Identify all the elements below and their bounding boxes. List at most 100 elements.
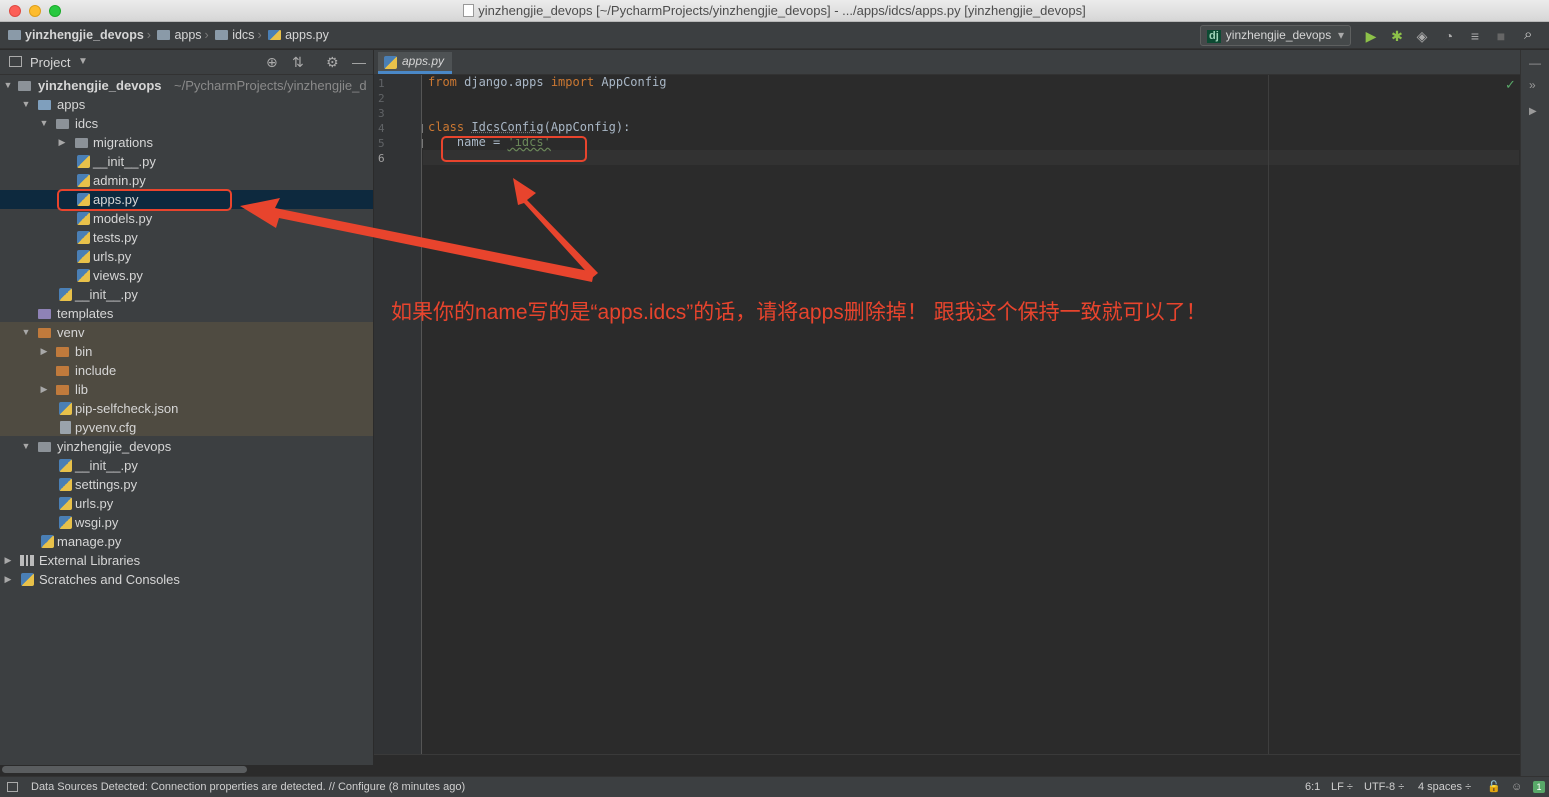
python-file-icon bbox=[77, 212, 90, 225]
tree-item-venv[interactable]: ▼ venv bbox=[0, 323, 373, 342]
caret-position[interactable]: 6:1 bbox=[1305, 777, 1320, 797]
tree-item-bin[interactable]: ▶ bin bbox=[0, 342, 373, 361]
tree-item-file[interactable]: urls.py bbox=[0, 247, 373, 266]
event-log-icon[interactable]: 1 bbox=[1533, 781, 1545, 793]
breadcrumb-apps[interactable]: apps bbox=[174, 28, 201, 42]
lock-icon[interactable]: 🔓 bbox=[1487, 777, 1501, 797]
tree-item-package[interactable]: ▼ yinzhengjie_devops bbox=[0, 437, 373, 456]
tree-item-templates[interactable]: templates bbox=[0, 304, 373, 323]
close-window-button[interactable] bbox=[9, 5, 21, 17]
breadcrumb-file[interactable]: apps.py bbox=[285, 28, 329, 42]
expand-arrow-icon[interactable]: ▼ bbox=[2, 76, 14, 95]
debug-icon[interactable]: ✱ bbox=[1388, 27, 1406, 45]
line-number: 1 bbox=[378, 77, 385, 90]
tab-apps-py[interactable]: apps.py bbox=[378, 52, 453, 74]
tree-item-migrations[interactable]: ▶ migrations bbox=[0, 133, 373, 152]
tree-item-file[interactable]: settings.py bbox=[0, 475, 373, 494]
stop-icon[interactable]: ■ bbox=[1492, 27, 1510, 45]
indent-setting[interactable]: 4 spaces ÷ bbox=[1418, 777, 1471, 797]
expand-arrow-icon[interactable]: ▼ bbox=[20, 437, 32, 456]
run-config-label: yinzhengjie_devops bbox=[1225, 28, 1332, 42]
tree-item-file[interactable]: views.py bbox=[0, 266, 373, 285]
tree-item-file[interactable]: __init__.py bbox=[0, 285, 373, 304]
tree-item-apps[interactable]: ▼ apps bbox=[0, 95, 373, 114]
coverage-icon[interactable]: ◈ bbox=[1413, 27, 1431, 45]
expand-arrow-icon[interactable]: ▼ bbox=[20, 95, 32, 114]
play-arrow-icon[interactable]: ▶ bbox=[1529, 106, 1537, 117]
python-file-icon bbox=[77, 250, 90, 263]
editor-bottom-area bbox=[374, 754, 1520, 776]
toggle-tool-windows-icon[interactable] bbox=[7, 782, 18, 792]
code-line-4: class IdcsConfig(AppConfig): bbox=[428, 120, 631, 134]
tree-item-external-libraries[interactable]: ▶ External Libraries bbox=[0, 551, 373, 570]
tree-item-file[interactable]: admin.py bbox=[0, 171, 373, 190]
tree-item-file[interactable]: pyvenv.cfg bbox=[0, 418, 373, 437]
tree-item-root[interactable]: ▼ yinzhengjie_devops ~/PycharmProjects/y… bbox=[0, 76, 373, 95]
project-tree: ▼ yinzhengjie_devops ~/PycharmProjects/y… bbox=[0, 75, 373, 765]
python-file-icon bbox=[59, 478, 72, 491]
tree-horizontal-scrollbar[interactable] bbox=[2, 766, 247, 773]
collapse-arrow-icon[interactable]: ▶ bbox=[56, 133, 68, 152]
python-file-icon bbox=[59, 288, 72, 301]
tree-item-file[interactable]: models.py bbox=[0, 209, 373, 228]
breadcrumb-root[interactable]: yinzhengjie_devops bbox=[25, 28, 144, 42]
templates-folder-icon bbox=[38, 309, 51, 319]
expand-arrow-icon[interactable]: ▼ bbox=[20, 323, 32, 342]
editor-tab-bar: apps.py bbox=[374, 50, 1520, 75]
profile-icon[interactable]: ◔ bbox=[1440, 27, 1458, 45]
expand-icon[interactable]: » bbox=[1529, 78, 1536, 92]
tree-item-file[interactable]: pip-selfcheck.json bbox=[0, 399, 373, 418]
python-file-icon bbox=[384, 56, 397, 69]
expand-arrow-icon[interactable]: ▼ bbox=[38, 114, 50, 133]
line-number: 4 bbox=[378, 122, 385, 135]
json-file-icon bbox=[59, 402, 72, 415]
collapse-arrow-icon[interactable]: ▶ bbox=[38, 342, 50, 361]
tree-item-scratches[interactable]: ▶ Scratches and Consoles bbox=[0, 570, 373, 589]
status-message[interactable]: Data Sources Detected: Connection proper… bbox=[31, 777, 465, 797]
locate-icon[interactable]: ⊕ bbox=[266, 54, 278, 71]
chevron-down-icon[interactable]: ▼ bbox=[78, 56, 88, 67]
collapse-all-icon[interactable]: ⇅ bbox=[292, 54, 304, 71]
maximize-window-button[interactable] bbox=[49, 5, 61, 17]
tree-item-file[interactable]: tests.py bbox=[0, 228, 373, 247]
inspection-ok-icon[interactable]: ✓ bbox=[1505, 77, 1516, 93]
chevron-down-icon: ▾ bbox=[1337, 28, 1344, 42]
inspector-icon[interactable]: ☺ bbox=[1511, 777, 1522, 797]
tree-item-file[interactable]: __init__.py bbox=[0, 456, 373, 475]
library-icon bbox=[20, 555, 34, 566]
file-encoding[interactable]: UTF-8 ÷ bbox=[1364, 777, 1404, 797]
run-icon[interactable]: ▶ bbox=[1362, 27, 1380, 45]
annotation-highlight-tree bbox=[57, 189, 232, 211]
tree-item-lib[interactable]: ▶ lib bbox=[0, 380, 373, 399]
tree-item-file[interactable]: __init__.py bbox=[0, 152, 373, 171]
breadcrumb-idcs[interactable]: idcs bbox=[232, 28, 254, 42]
build-icon[interactable]: ≡ bbox=[1466, 27, 1484, 45]
folder-icon bbox=[215, 30, 229, 40]
status-bar: Data Sources Detected: Connection proper… bbox=[0, 776, 1549, 797]
minimize-icon[interactable]: — bbox=[1529, 56, 1541, 70]
line-number: 5 bbox=[378, 137, 385, 150]
minimize-window-button[interactable] bbox=[29, 5, 41, 17]
tree-item-file[interactable]: urls.py bbox=[0, 494, 373, 513]
run-configuration-select[interactable]: dj yinzhengjie_devops ▾ bbox=[1200, 25, 1351, 46]
collapse-arrow-icon[interactable]: ▶ bbox=[38, 380, 50, 399]
collapse-arrow-icon[interactable]: ▶ bbox=[2, 570, 14, 589]
package-folder-icon bbox=[75, 138, 88, 148]
tree-item-include[interactable]: include bbox=[0, 361, 373, 380]
tree-item-file[interactable]: wsgi.py bbox=[0, 513, 373, 532]
python-file-icon bbox=[41, 535, 54, 548]
collapse-arrow-icon[interactable]: ▶ bbox=[2, 551, 14, 570]
tree-item-file[interactable]: manage.py bbox=[0, 532, 373, 551]
scratches-icon bbox=[21, 573, 34, 586]
project-panel-title[interactable]: Project bbox=[30, 55, 70, 70]
project-view-icon bbox=[9, 56, 22, 67]
line-number-gutter: 1 2 3 4 5 6 bbox=[374, 75, 422, 754]
search-icon[interactable]: ⌕ bbox=[1524, 26, 1532, 43]
hide-icon[interactable]: — bbox=[352, 54, 366, 70]
navigation-bar: yinzhengjie_devops › apps › idcs › apps.py … bbox=[0, 22, 1549, 49]
code-editor[interactable]: from django.apps import AppConfig class … bbox=[423, 75, 1519, 754]
tree-item-idcs[interactable]: ▼ idcs bbox=[0, 114, 373, 133]
line-separator[interactable]: LF ÷ bbox=[1331, 777, 1353, 797]
annotation-highlight-code bbox=[441, 136, 587, 162]
gear-icon[interactable]: ⚙ bbox=[326, 54, 339, 71]
